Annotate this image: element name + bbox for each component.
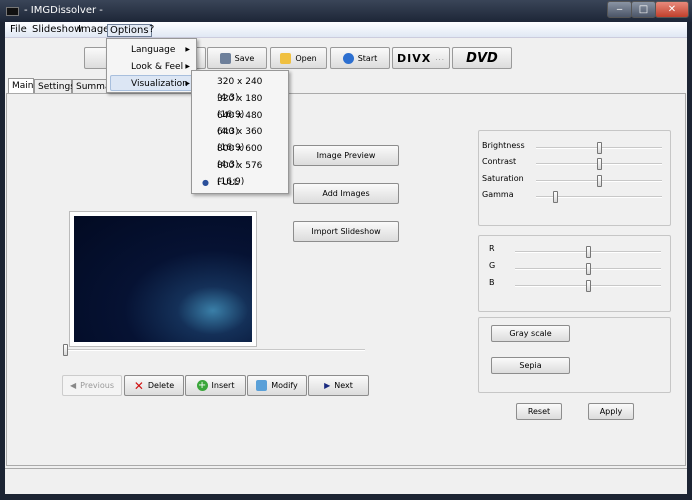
- open-label: Open: [295, 53, 317, 63]
- app-icon: [6, 7, 19, 16]
- brightness-slider[interactable]: [536, 142, 662, 154]
- modify-button[interactable]: Modify: [247, 375, 307, 396]
- save-button[interactable]: Save: [207, 47, 267, 69]
- previous-label: Previous: [80, 381, 114, 390]
- folder-icon: [280, 52, 292, 64]
- resolution-option[interactable]: 640 x 480 (4:3): [195, 108, 285, 137]
- language-label: Language: [131, 45, 176, 55]
- image-preview-button[interactable]: Image Preview: [293, 145, 399, 166]
- r-slider[interactable]: [515, 246, 661, 258]
- dvd-button[interactable]: DVD: [452, 47, 512, 69]
- add-images-button[interactable]: Add Images: [293, 183, 399, 204]
- save-label: Save: [234, 53, 255, 63]
- window-title: - IMGDissolver -: [24, 5, 103, 16]
- minimize-button[interactable]: ‒: [607, 1, 632, 18]
- g-slider[interactable]: [515, 263, 661, 275]
- next-button[interactable]: ▶ Next: [308, 375, 369, 396]
- resolution-option[interactable]: 800 x 576 (16:9): [195, 158, 285, 187]
- import-slideshow-button[interactable]: Import Slideshow: [293, 221, 399, 242]
- delete-x-icon: ✕: [133, 378, 144, 393]
- visualization-label: Visualization: [131, 79, 188, 89]
- submenu-arrow-icon: ▶: [185, 46, 190, 53]
- brightness-label: Brightness: [482, 141, 525, 150]
- saturation-slider[interactable]: [536, 175, 662, 187]
- b-slider[interactable]: [515, 280, 661, 292]
- submenu-arrow-icon: ▶: [185, 63, 190, 70]
- contrast-slider[interactable]: [536, 158, 662, 170]
- filters-group: Gray scale Sepia: [478, 317, 671, 393]
- selected-radio-icon: ●: [202, 177, 209, 187]
- modify-label: Modify: [271, 381, 298, 390]
- previous-button[interactable]: ◀ Previous: [62, 375, 122, 396]
- delete-button[interactable]: ✕ Delete: [124, 375, 184, 396]
- gamma-slider[interactable]: [536, 191, 662, 203]
- menu-options[interactable]: Options: [107, 24, 152, 37]
- menu-item-look-and-feel[interactable]: Look & Feel ▶: [110, 59, 194, 75]
- play-icon: [342, 52, 354, 64]
- tab-settings[interactable]: Settings: [34, 79, 75, 94]
- insert-label: Insert: [211, 381, 235, 390]
- status-bar: [5, 468, 687, 492]
- menu-file[interactable]: File: [8, 24, 29, 37]
- divx-logo: DIVX: [397, 51, 432, 65]
- maximize-button[interactable]: □: [631, 1, 656, 18]
- save-icon: [219, 52, 231, 64]
- visualization-submenu: 320 x 240 (4:3) 320 x 180 (16:9) 640 x 480…: [191, 70, 289, 194]
- menu-help[interactable]: ?: [147, 24, 156, 37]
- main-panel: Image Preview Add Images Import Slidesho…: [6, 93, 686, 466]
- open-button[interactable]: Open: [270, 47, 327, 69]
- position-slider[interactable]: [63, 344, 365, 356]
- gamma-label: Gamma: [482, 190, 514, 199]
- resolution-option[interactable]: 800 x 600 (4:3): [195, 141, 285, 170]
- g-thumb[interactable]: [585, 263, 591, 275]
- divx-button[interactable]: DIVX...: [392, 47, 450, 69]
- gray-scale-button[interactable]: Gray scale: [491, 325, 570, 342]
- contrast-thumb[interactable]: [596, 158, 602, 170]
- image-preview-frame: [69, 211, 257, 347]
- submenu-arrow-icon: ▶: [185, 80, 190, 87]
- r-thumb[interactable]: [585, 246, 591, 258]
- saturation-thumb[interactable]: [596, 175, 602, 187]
- contrast-label: Contrast: [482, 157, 517, 166]
- r-label: R: [489, 244, 495, 253]
- resolution-option[interactable]: 320 x 180 (16:9): [195, 91, 285, 120]
- close-button[interactable]: ✕: [655, 1, 689, 18]
- delete-label: Delete: [147, 381, 175, 390]
- dvd-logo: DVD: [466, 50, 498, 66]
- edit-icon: [256, 380, 268, 391]
- look-and-feel-label: Look & Feel: [131, 62, 184, 72]
- position-thumb[interactable]: [63, 344, 68, 356]
- main-window: File Slideshow Image Options ? Save Open…: [5, 22, 687, 494]
- options-dropdown: Language ▶ Look & Feel ▶ Visualization ▶: [106, 38, 197, 93]
- insert-button[interactable]: + Insert: [185, 375, 246, 396]
- reset-button[interactable]: Reset: [516, 403, 562, 420]
- resolution-option[interactable]: 640 x 360 (16:9): [195, 124, 285, 153]
- b-thumb[interactable]: [585, 280, 591, 292]
- gamma-thumb[interactable]: [552, 191, 558, 203]
- title-bar: - IMGDissolver - ‒ □ ✕: [0, 0, 692, 22]
- resolution-option[interactable]: ● FULL: [195, 175, 285, 191]
- preview-image: [74, 216, 252, 342]
- previous-arrow-icon: ◀: [70, 381, 77, 390]
- b-label: B: [489, 278, 495, 287]
- rgb-group: R G B: [478, 235, 671, 312]
- next-label: Next: [334, 381, 353, 390]
- saturation-label: Saturation: [482, 174, 524, 183]
- start-button[interactable]: Start: [330, 47, 390, 69]
- brightness-thumb[interactable]: [596, 142, 602, 154]
- menu-item-visualization[interactable]: Visualization ▶: [110, 75, 194, 91]
- apply-button[interactable]: Apply: [588, 403, 634, 420]
- start-label: Start: [357, 53, 378, 63]
- menu-item-language[interactable]: Language ▶: [110, 42, 194, 58]
- plus-icon: +: [196, 380, 208, 391]
- g-label: G: [489, 261, 496, 270]
- divx-more: ...: [435, 54, 445, 62]
- sepia-button[interactable]: Sepia: [491, 357, 570, 374]
- resolution-label: FULL: [217, 177, 239, 188]
- menu-bar: File Slideshow Image Options ?: [5, 22, 687, 38]
- next-arrow-icon: ▶: [324, 381, 331, 390]
- resolution-option[interactable]: 320 x 240 (4:3): [195, 74, 285, 103]
- adjustments-group: Brightness Contrast Saturation Gamma: [478, 130, 671, 226]
